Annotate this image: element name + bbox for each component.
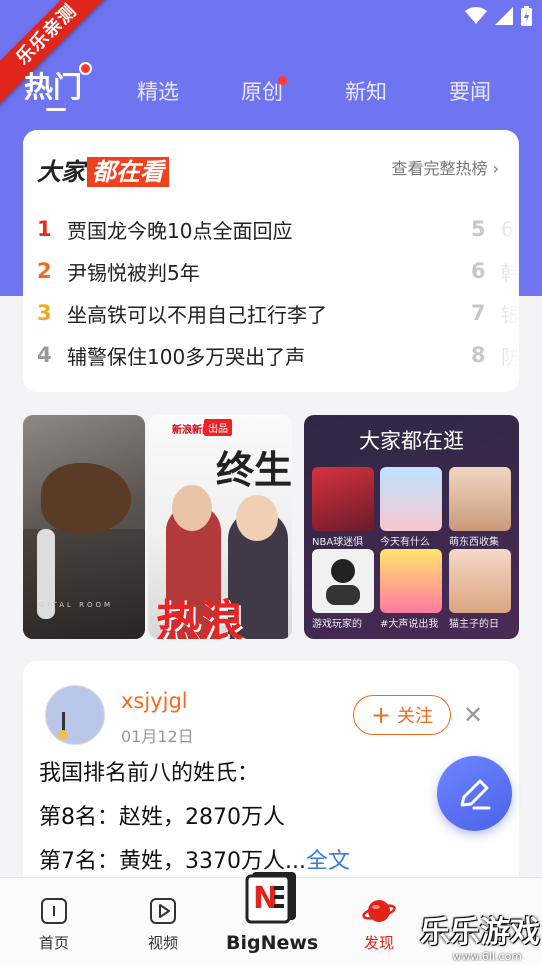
bignews-logo-icon: N [245,872,296,924]
pencil-icon [460,779,490,809]
follow-button[interactable]: + 关注 [353,695,451,735]
trending-card: 大家 都在看 查看完整热榜 › 1 贾国龙今晚10点全面回应 2 尹锡悦被判5年 … [23,130,519,392]
trending-title: 大家 都在看 [37,152,169,187]
scroll-fade [479,190,519,390]
avatar[interactable] [45,685,105,745]
trending-item[interactable]: 4 辅警保住100多万哭出了声 [37,334,327,376]
chevron-right-icon: › [492,159,499,178]
post-username[interactable]: xsjyjgl [121,689,188,713]
trending-item[interactable]: 1 贾国龙今晚10点全面回应 [37,208,327,250]
wifi-icon [465,7,487,24]
trending-list: 1 贾国龙今晚10点全面回应 2 尹锡悦被判5年 3 坐高铁可以不用自己扛行李了… [37,208,327,376]
nav-bignews[interactable]: N BigNews [226,868,318,954]
tab-active-indicator [46,108,66,111]
watermark-url: www.6ll.com [452,950,522,963]
trending-item[interactable]: 2 尹锡悦被判5年 [37,250,327,292]
home-icon [41,898,67,924]
post-text-line: 第8名：赵姓，2870万人 [39,805,285,830]
person-face [172,485,212,531]
tab-featured[interactable]: 精选 [137,76,179,106]
dog-image [41,463,131,533]
close-icon[interactable]: ✕ [463,701,483,729]
plus-icon: + [370,701,392,729]
view-full-list-link[interactable]: 查看完整热榜 › [391,155,499,179]
video-play-icon [150,898,176,924]
tab-new-knowledge[interactable]: 新知 [345,76,387,106]
notification-dot [278,76,287,85]
banner-dog-video[interactable]: GITAL ROOM [23,415,145,639]
tab-headlines[interactable]: 要闻 [449,76,491,106]
signal-icon [495,7,513,25]
battery-icon [521,6,532,26]
planet-icon [362,900,396,922]
nav-home[interactable]: 首页 [19,896,89,953]
banner-everyone-browsing[interactable]: 大家都在逛 NBA球迷俱 今天有什么 萌东西收集 游戏玩家的 #大声说出我 猫主… [304,415,519,639]
notification-dot [79,62,93,75]
watermark-logo: 乐乐游戏 [420,915,540,950]
tab-original[interactable]: 原创 [241,76,287,106]
post-text-line: 我国排名前八的姓氏： [39,761,260,786]
person-face [236,495,278,541]
nav-video[interactable]: 视频 [128,896,198,953]
post-date: 01月12日 [121,727,194,746]
status-bar [465,6,532,26]
top-tabs: 热门 精选 原创 新知 要闻 [0,62,542,122]
tab-hot[interactable]: 热门 [24,62,93,106]
compose-button[interactable] [437,756,512,831]
trending-item[interactable]: 3 坐高铁可以不用自己扛行李了 [37,292,327,334]
banner-drama-promo[interactable]: 新浪新闻 出品 终生理 热浪 [148,415,292,639]
nav-discover[interactable]: 发现 [344,896,414,953]
bottom-navigation: 首页 视频 N BigNews 发现 乐乐游戏 www.6ll.com [0,872,542,965]
